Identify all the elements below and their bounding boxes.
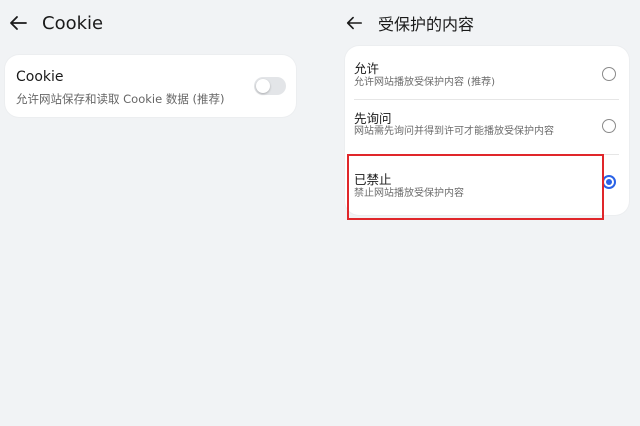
toggle-knob [256,79,270,93]
option-description: 禁止网站播放受保护内容 [354,188,464,199]
radio-selected-dot [606,179,612,185]
radio-button-blocked[interactable] [602,175,616,189]
radio-button-allow[interactable] [602,67,616,81]
option-description: 允许网站播放受保护内容 (推荐) [354,77,495,88]
protected-content-panel: 受保护的内容 允许 允许网站播放受保护内容 (推荐) 先询问 网站需先询问并得到… [330,0,640,426]
arrow-left-icon[interactable] [342,11,366,35]
option-allow[interactable]: 允许 允许网站播放受保护内容 (推荐) [345,46,629,99]
page-title: 受保护的内容 [378,15,475,34]
cookie-setting-label: Cookie [16,69,64,85]
cookie-setting-description: 允许网站保存和读取 Cookie 数据 (推荐) [16,92,225,106]
protected-content-header: 受保护的内容 [330,0,640,46]
option-ask-first[interactable]: 先询问 网站需先询问并得到许可才能播放受保护内容 [345,99,629,154]
cookie-toggle[interactable] [254,77,286,95]
protected-content-options-card: 允许 允许网站播放受保护内容 (推荐) 先询问 网站需先询问并得到许可才能播放受… [345,46,629,215]
option-blocked[interactable]: 已禁止 禁止网站播放受保护内容 [345,154,629,215]
cookie-settings-panel: Cookie Cookie 允许网站保存和读取 Cookie 数据 (推荐) [0,0,312,426]
cookie-header: Cookie [0,0,312,46]
radio-button-ask-first[interactable] [602,119,616,133]
page-title: Cookie [42,12,104,34]
option-description: 网站需先询问并得到许可才能播放受保护内容 [354,126,554,137]
cookie-setting-card: Cookie 允许网站保存和读取 Cookie 数据 (推荐) [5,55,296,117]
arrow-left-icon[interactable] [6,11,30,35]
